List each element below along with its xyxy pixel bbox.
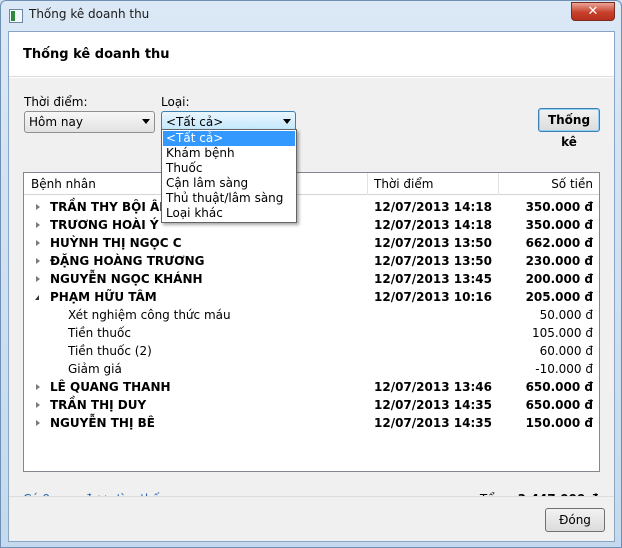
- expand-icon[interactable]: [36, 420, 40, 426]
- close-window-button[interactable]: ✕: [571, 2, 615, 21]
- expand-icon[interactable]: [36, 258, 40, 264]
- dropdown-option-all[interactable]: <Tất cả>: [163, 131, 295, 146]
- expand-icon[interactable]: [36, 402, 40, 408]
- time-label: Thời điểm:: [24, 95, 88, 109]
- dialog-window: Thống kê doanh thu ✕ Thống kê doanh thu …: [0, 0, 622, 548]
- page-title: Thống kê doanh thu: [23, 47, 170, 62]
- grid-header: Bệnh nhân Thời điểm Số tiền: [24, 173, 599, 195]
- title-bar[interactable]: Thống kê doanh thu ✕: [1, 1, 621, 31]
- chevron-down-icon: [142, 119, 150, 124]
- collapse-icon[interactable]: [35, 295, 39, 300]
- dropdown-option-paraclinical[interactable]: Cận lâm sàng: [163, 176, 295, 191]
- app-icon: [9, 9, 23, 23]
- table-row-child[interactable]: Tiền thuốc 105.000 đ: [24, 324, 599, 342]
- table-row[interactable]: TRẦN THY BỘI ÂN 12/07/2013 14:18 350.000…: [24, 198, 599, 216]
- expand-icon[interactable]: [36, 222, 40, 228]
- stats-button[interactable]: Thống kê: [538, 108, 600, 149]
- table-row[interactable]: TRƯƠNG HOÀI Ý 12/07/2013 14:18 350.000 đ: [24, 216, 599, 234]
- column-header-patient[interactable]: Bệnh nhân: [31, 173, 96, 195]
- expand-icon[interactable]: [36, 276, 40, 282]
- column-header-time[interactable]: Thời điểm: [374, 173, 433, 195]
- table-row[interactable]: TRẦN THỊ DUY 12/07/2013 14:35 650.000 đ: [24, 396, 599, 414]
- time-combo[interactable]: Hôm nay: [24, 111, 155, 133]
- table-row-child[interactable]: Tiền thuốc (2) 60.000 đ: [24, 342, 599, 360]
- dialog-header: Thống kê doanh thu: [9, 32, 614, 77]
- close-icon: ✕: [587, 4, 599, 19]
- dialog-body: Thời điểm: Hôm nay Loại: <Tất cả> Thống …: [9, 78, 614, 506]
- table-row[interactable]: PHẠM HỮU TÂM 12/07/2013 10:16 205.000 đ: [24, 288, 599, 306]
- type-combo-value: <Tất cả>: [166, 115, 224, 129]
- expand-icon[interactable]: [36, 384, 40, 390]
- table-row[interactable]: LÊ QUANG THANH 12/07/2013 13:46 650.000 …: [24, 378, 599, 396]
- table-row[interactable]: HUỲNH THỊ NGỌC C 12/07/2013 13:50 662.00…: [24, 234, 599, 252]
- table-row-child[interactable]: Giảm giá -10.000 đ: [24, 360, 599, 378]
- column-header-amount[interactable]: Số tiền: [551, 173, 593, 195]
- table-row[interactable]: NGUYỄN THỊ BÊ 12/07/2013 14:35 150.000 đ: [24, 414, 599, 432]
- dialog-client: Thống kê doanh thu Thời điểm: Hôm nay Lo…: [8, 31, 615, 542]
- dialog-footer: Đóng: [9, 496, 614, 541]
- type-label: Loại:: [161, 95, 190, 109]
- table-row-child[interactable]: Xét nghiệm công thức máu 50.000 đ: [24, 306, 599, 324]
- table-row[interactable]: NGUYỄN NGỌC KHÁNH 12/07/2013 13:45 200.0…: [24, 270, 599, 288]
- chevron-down-icon: [283, 119, 291, 124]
- type-dropdown-list[interactable]: <Tất cả> Khám bệnh Thuốc Cận lâm sàng Th…: [161, 129, 297, 223]
- table-row[interactable]: ĐẶNG HOÀNG TRƯƠNG 12/07/2013 13:50 230.0…: [24, 252, 599, 270]
- dropdown-option-medicine[interactable]: Thuốc: [163, 161, 295, 176]
- dropdown-option-procedure[interactable]: Thủ thuật/lâm sàng: [163, 191, 295, 206]
- dropdown-option-other[interactable]: Loại khác: [163, 206, 295, 221]
- window-title: Thống kê doanh thu: [29, 7, 150, 21]
- column-separator[interactable]: [367, 173, 368, 195]
- expand-icon[interactable]: [36, 204, 40, 210]
- close-button[interactable]: Đóng: [545, 508, 605, 532]
- time-combo-value: Hôm nay: [29, 115, 83, 129]
- dropdown-option-exam[interactable]: Khám bệnh: [163, 146, 295, 161]
- expand-icon[interactable]: [36, 240, 40, 246]
- revenue-grid[interactable]: Bệnh nhân Thời điểm Số tiền TRẦN THY BỘI…: [23, 172, 600, 472]
- column-separator[interactable]: [498, 173, 499, 195]
